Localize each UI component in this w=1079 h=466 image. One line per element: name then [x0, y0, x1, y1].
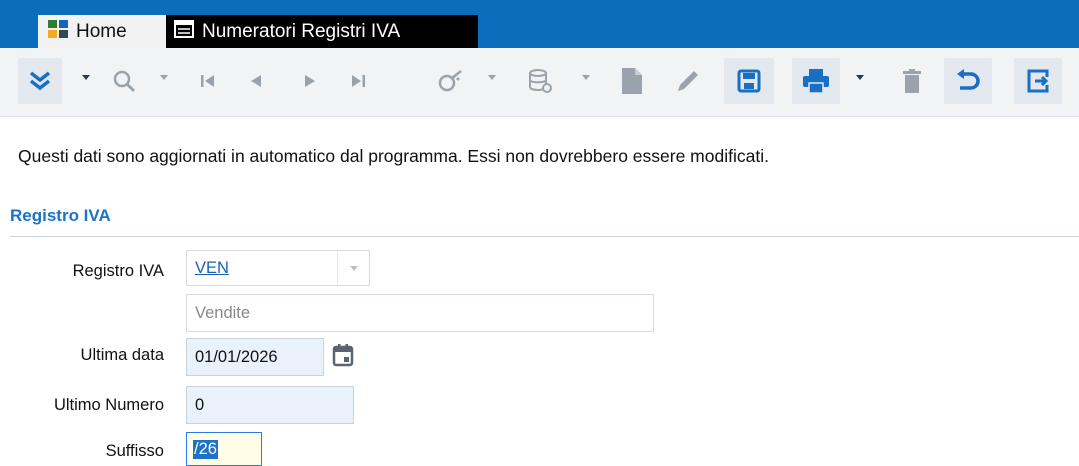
- search-icon: [112, 69, 136, 93]
- save-icon: [737, 69, 761, 93]
- database-icon: [528, 68, 552, 94]
- undo-button[interactable]: [944, 58, 992, 104]
- tab-home[interactable]: Home: [38, 15, 166, 48]
- registro-iva-label: Registro IVA: [72, 262, 164, 280]
- registro-iva-description: Vendite: [186, 294, 654, 332]
- calendar-icon: [332, 344, 354, 371]
- calendar-button[interactable]: [332, 343, 354, 372]
- wizard-button[interactable]: [430, 58, 470, 104]
- database-button[interactable]: [520, 58, 560, 104]
- home-app-icon: [48, 19, 68, 44]
- wizard-dropdown-caret[interactable]: [488, 75, 496, 80]
- expand-chevrons-icon: [28, 70, 52, 92]
- registro-iva-link[interactable]: VEN: [195, 259, 229, 278]
- tab-numeratori-label: Numeratori Registri IVA: [202, 20, 401, 42]
- wizard-icon: [437, 69, 463, 93]
- first-record-icon: [200, 73, 216, 89]
- edit-button[interactable]: [668, 58, 708, 104]
- ultimo-numero-field[interactable]: 0: [186, 386, 354, 424]
- previous-record-icon: [249, 73, 263, 89]
- section-divider: [10, 236, 1079, 237]
- expand-button[interactable]: [18, 58, 62, 104]
- next-record-button[interactable]: [292, 58, 328, 104]
- save-button[interactable]: [724, 58, 774, 104]
- suffisso-label: Suffisso: [105, 442, 164, 460]
- last-record-icon: [350, 73, 366, 89]
- window-icon: [174, 19, 194, 44]
- search-button[interactable]: [104, 58, 144, 104]
- exit-icon: [1026, 69, 1050, 93]
- chevron-down-icon[interactable]: [350, 266, 358, 271]
- exit-button[interactable]: [1014, 58, 1062, 104]
- suffisso-selected-text: /26: [193, 439, 218, 459]
- ultimo-numero-label: Ultimo Numero: [53, 396, 164, 414]
- tab-home-label: Home: [76, 20, 127, 42]
- delete-button[interactable]: [892, 58, 932, 104]
- delete-icon: [902, 69, 922, 93]
- print-dropdown-caret[interactable]: [856, 75, 864, 80]
- new-document-button[interactable]: [612, 58, 652, 104]
- expand-dropdown-caret[interactable]: [82, 75, 90, 80]
- previous-record-button[interactable]: [238, 58, 274, 104]
- section-title: Registro IVA: [10, 206, 111, 225]
- ultima-data-label: Ultima data: [80, 346, 164, 364]
- search-dropdown-caret[interactable]: [160, 75, 168, 80]
- registro-iva-select[interactable]: VEN: [186, 250, 370, 286]
- edit-pencil-icon: [675, 68, 701, 94]
- tab-numeratori[interactable]: Numeratori Registri IVA: [166, 15, 478, 48]
- database-dropdown-caret[interactable]: [582, 75, 590, 80]
- print-button[interactable]: [792, 58, 840, 104]
- new-document-icon: [622, 68, 642, 94]
- print-icon: [802, 68, 830, 94]
- info-notice: Questi dati sono aggiornati in automatic…: [18, 146, 769, 166]
- first-record-button[interactable]: [190, 58, 226, 104]
- ultima-data-field[interactable]: 01/01/2026: [186, 338, 324, 376]
- last-record-button[interactable]: [340, 58, 376, 104]
- toolbar: [0, 48, 1079, 117]
- suffisso-field[interactable]: /26: [186, 432, 262, 466]
- tab-bar: Home Numeratori Registri IVA: [0, 0, 1079, 48]
- next-record-icon: [303, 73, 317, 89]
- undo-icon: [955, 69, 981, 93]
